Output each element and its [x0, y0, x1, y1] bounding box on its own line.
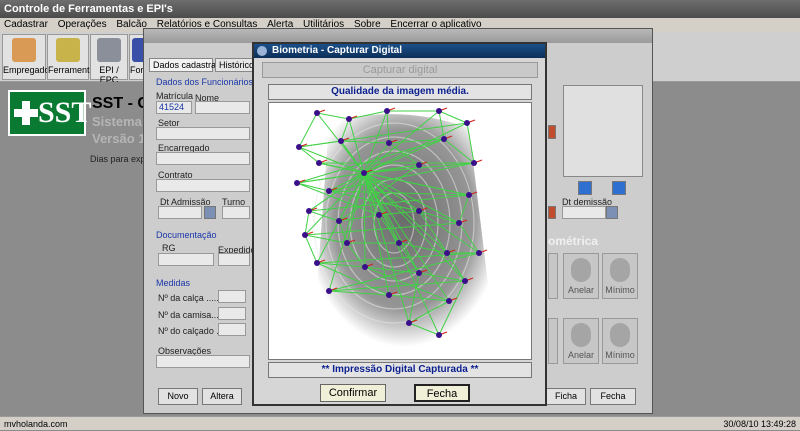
- biometric-dialog: Biometria - Capturar Digital Capturar di…: [252, 42, 547, 406]
- observacoes-field[interactable]: [156, 355, 250, 368]
- fingerprint-icon: [610, 258, 630, 282]
- expedidor-field[interactable]: [218, 253, 250, 266]
- menu-cadastrar[interactable]: Cadastrar: [4, 19, 48, 30]
- logo-cross-icon-v: [22, 101, 30, 125]
- camisa-field[interactable]: [218, 307, 246, 320]
- section-medidas: Medidas: [156, 278, 191, 288]
- finger-anelar-2[interactable]: Anelar: [563, 318, 599, 364]
- calendar-demissao-icon[interactable]: [606, 206, 618, 219]
- bio-label: Mínimo: [605, 285, 635, 295]
- calca-field[interactable]: [218, 290, 246, 303]
- toolbar-ferramentas-button[interactable]: Ferramentas: [47, 34, 99, 80]
- edit-icon[interactable]: [548, 125, 556, 139]
- logo-text: SST: [38, 96, 92, 129]
- drill-icon: [56, 38, 80, 62]
- fecha-button[interactable]: Fecha: [590, 388, 636, 405]
- toolbar-empregados-button[interactable]: Empregados: [2, 34, 54, 80]
- quality-label: Qualidade da imagem média.: [268, 84, 532, 100]
- dialog-titlebar: Biometria - Capturar Digital: [254, 44, 545, 58]
- app-title: Controle de Ferramentas e EPI's: [4, 3, 173, 15]
- dt-demissao-field[interactable]: [562, 206, 606, 219]
- setor-field[interactable]: [156, 127, 250, 140]
- calcado-field[interactable]: [218, 323, 246, 336]
- tools-icon: [97, 38, 121, 62]
- refresh-photo-icon[interactable]: [612, 181, 626, 195]
- section-employee: Dados dos Funcionários: [156, 77, 254, 87]
- fingerprint-icon: [610, 323, 630, 347]
- calendar-admissao-icon[interactable]: [204, 206, 216, 219]
- contrato-field[interactable]: [156, 179, 250, 192]
- dialog-app-icon: [257, 46, 267, 56]
- tab-dados-cadastrais[interactable]: Dados cadastrais: [149, 58, 223, 72]
- fingerprint-svg: [269, 103, 531, 359]
- status-bar: mvholanda.com 30/08/10 13:49:28: [0, 416, 800, 430]
- label-rg: RG: [162, 243, 176, 253]
- finger-minimo-1[interactable]: Mínimo: [602, 253, 638, 299]
- sst-logo: SST: [8, 90, 91, 136]
- add-photo-icon[interactable]: [578, 181, 592, 195]
- label-matricula: Matrícula: [156, 91, 194, 101]
- finger-anelar-1[interactable]: Anelar: [563, 253, 599, 299]
- novo-button[interactable]: Novo: [158, 388, 198, 405]
- dialog-title: Biometria - Capturar Digital: [272, 45, 403, 56]
- toolbar-epi-button[interactable]: EPI / EPC: [90, 34, 128, 85]
- employee-form-titlebar: [144, 29, 652, 43]
- bio-label: Anelar: [567, 350, 594, 360]
- nome-field[interactable]: [195, 101, 250, 114]
- dialog-close-button[interactable]: Fecha: [414, 384, 470, 402]
- section-documentacao: Documentação: [156, 230, 217, 240]
- captured-status: ** Impressão Digital Capturada **: [268, 362, 532, 378]
- tab-historico[interactable]: Histórico funcional: [215, 58, 255, 72]
- altera-button[interactable]: Altera: [202, 388, 242, 405]
- fingerprint-image: [268, 102, 532, 360]
- status-datetime: 30/08/10 13:49:28: [723, 419, 796, 429]
- edit-small-icon[interactable]: [548, 206, 556, 219]
- matricula-field[interactable]: 41524: [156, 101, 192, 114]
- dt-admissao-field[interactable]: [158, 206, 202, 219]
- ficha-button[interactable]: Ficha: [546, 388, 586, 405]
- biometric-title: ométrica: [548, 234, 599, 248]
- turno-field[interactable]: [222, 206, 250, 219]
- bio-label: Mínimo: [605, 350, 635, 360]
- bio-label: Anelar: [567, 285, 594, 295]
- employee-icon: [12, 38, 36, 62]
- capture-button[interactable]: Capturar digital: [262, 62, 538, 78]
- finger-minimo-2[interactable]: Mínimo: [602, 318, 638, 364]
- fingerprint-icon: [571, 323, 591, 347]
- rg-field[interactable]: [158, 253, 214, 266]
- finger-partial-1[interactable]: [548, 253, 558, 299]
- status-user: mvholanda.com: [4, 419, 68, 429]
- fingerprint-icon: [571, 258, 591, 282]
- menu-operacoes[interactable]: Operações: [58, 19, 107, 30]
- confirm-button[interactable]: Confirmar: [320, 384, 386, 402]
- encarregado-field[interactable]: [156, 152, 250, 165]
- finger-partial-2[interactable]: [548, 318, 558, 364]
- employee-photo: [563, 85, 643, 177]
- app-title-bar: Controle de Ferramentas e EPI's: [0, 0, 800, 18]
